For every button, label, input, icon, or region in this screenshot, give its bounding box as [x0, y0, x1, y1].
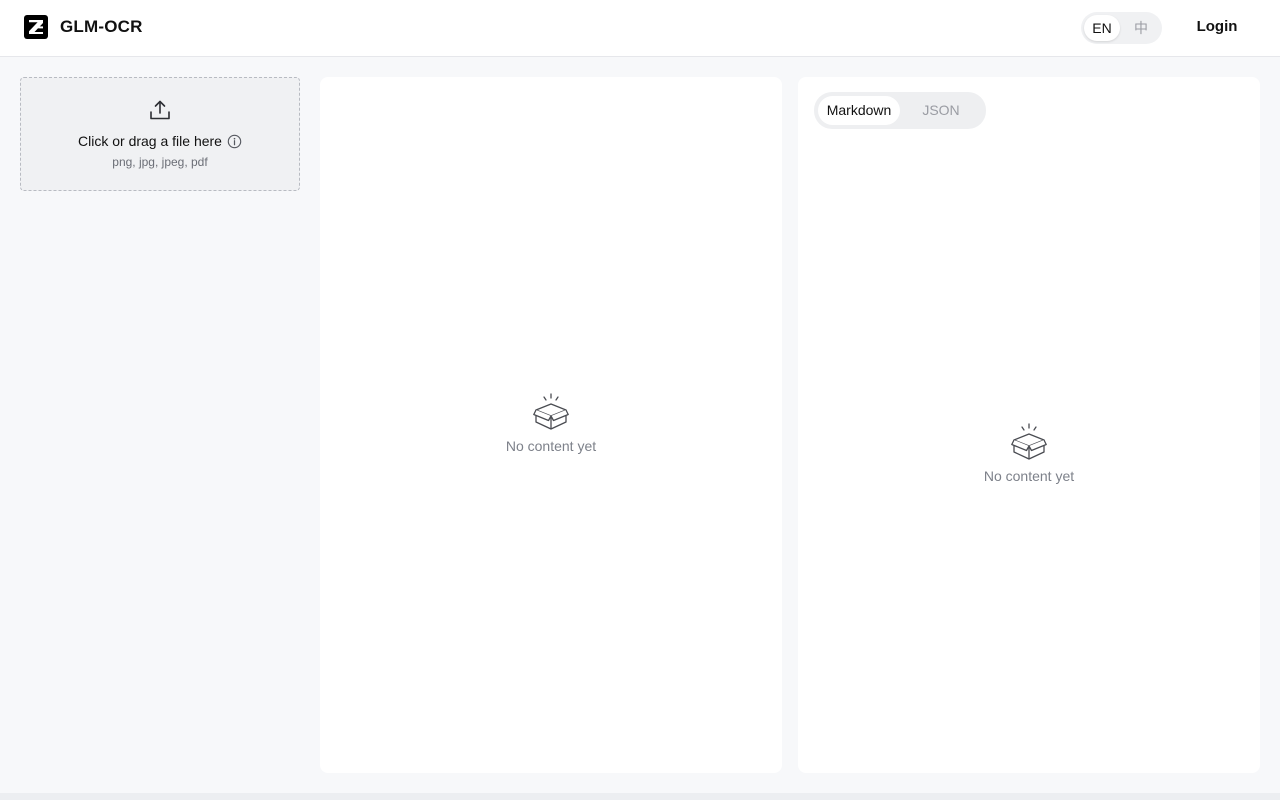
lang-option-en[interactable]: EN: [1084, 15, 1120, 41]
empty-box-icon: [1011, 423, 1047, 460]
result-empty-state: No content yet: [969, 423, 1089, 484]
info-icon[interactable]: [227, 134, 242, 149]
preview-empty-state: No content yet: [491, 393, 611, 454]
z-logo-icon[interactable]: [24, 15, 48, 39]
lang-option-zh[interactable]: 中: [1126, 15, 1156, 41]
result-panel: Markdown JSON No content yet: [798, 77, 1260, 773]
tab-json[interactable]: JSON: [910, 96, 972, 125]
empty-box-icon: [533, 393, 569, 430]
top-header: GLM-OCR EN 中 Login: [0, 0, 1280, 57]
login-button[interactable]: Login: [1190, 17, 1244, 37]
file-upload-dropzone[interactable]: Click or drag a file here png, jpg, jpeg…: [20, 77, 300, 191]
empty-state-text: No content yet: [983, 468, 1075, 484]
brand-name[interactable]: GLM-OCR: [60, 17, 143, 37]
output-format-tabs: Markdown JSON: [814, 92, 986, 129]
upload-title-row: Click or drag a file here: [21, 131, 299, 151]
upload-icon: [150, 100, 170, 120]
language-switcher: EN 中: [1081, 12, 1162, 44]
upload-file-types-hint: png, jpg, jpeg, pdf: [112, 155, 208, 169]
bottom-edge-strip: [0, 793, 1280, 800]
tab-markdown[interactable]: Markdown: [818, 96, 900, 125]
empty-state-text: No content yet: [505, 438, 597, 454]
upload-title: Click or drag a file here: [78, 133, 222, 149]
preview-panel: No content yet: [320, 77, 782, 773]
